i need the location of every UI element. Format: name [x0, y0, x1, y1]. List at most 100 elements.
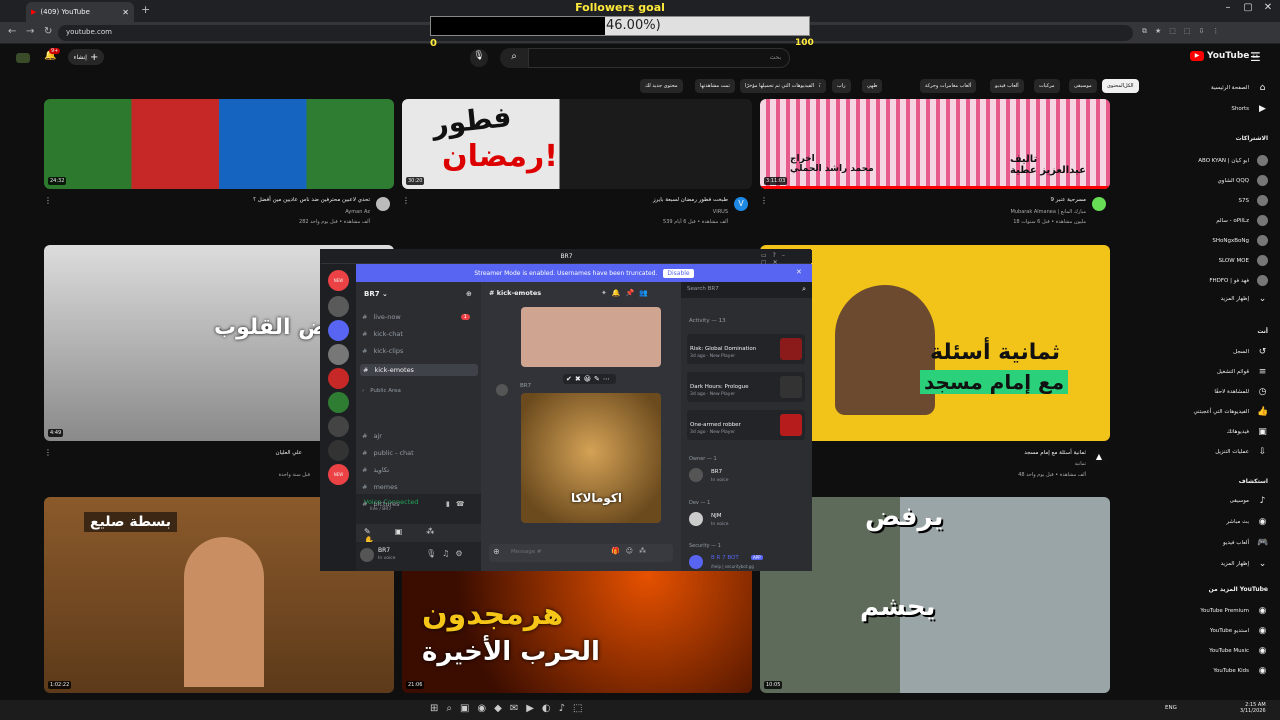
- voice-controls[interactable]: ▮☎: [446, 500, 471, 508]
- channel-name[interactable]: Ayman Az: [345, 209, 370, 215]
- member-name[interactable]: B R 7 BOT: [711, 555, 739, 561]
- avatar[interactable]: [689, 468, 703, 482]
- channel-avatar[interactable]: ▲: [1092, 450, 1106, 464]
- activity-card[interactable]: Dark Hours: Prologue 3d ago · New Player: [687, 372, 805, 402]
- clock[interactable]: 2:15 AM 3/11/2026: [1240, 702, 1266, 714]
- avatar[interactable]: [360, 548, 374, 562]
- author-avatar[interactable]: [496, 384, 508, 396]
- message-author[interactable]: BR7: [520, 383, 531, 389]
- channel-2[interactable]: # kick-clips: [362, 347, 403, 355]
- server-icon[interactable]: [328, 440, 349, 461]
- server-icon[interactable]: [328, 368, 349, 389]
- video-title[interactable]: تحدي لاعبين محترفين ضد ناس عاديين مين أف…: [253, 197, 370, 203]
- more-actions-icon[interactable]: ⋮: [44, 448, 52, 457]
- server-icon[interactable]: [328, 392, 349, 413]
- server-icon[interactable]: [328, 296, 349, 317]
- sidebar-item[interactable]: الشاوي QQQ: [1218, 175, 1268, 186]
- sidebar-item[interactable]: السجل ↺: [1233, 347, 1268, 357]
- server-icon[interactable]: [328, 344, 349, 365]
- sidebar-item[interactable]: إظهار المزيد ⌄: [1221, 559, 1268, 569]
- server-icon[interactable]: [328, 320, 349, 341]
- avatar[interactable]: [16, 53, 30, 63]
- channel-name[interactable]: VIRUS: [713, 209, 728, 215]
- video-thumbnail-8[interactable]: يرفض يحشم 10:05: [760, 497, 1110, 693]
- channel-6[interactable]: # تكاويذ: [362, 466, 389, 474]
- chip-8[interactable]: الفيديوهات التي تم تحميلها مؤخرًا: [740, 79, 820, 93]
- sidebar-item[interactable]: للمشاهدة لاحقًا ◷: [1214, 387, 1268, 397]
- sidebar-item[interactable]: الاشتراكات: [1236, 135, 1268, 142]
- sidebar-item[interactable]: ABO KYAN | ابو كيان: [1198, 155, 1268, 166]
- activity-card[interactable]: One-armed robber 3d ago · New Player: [687, 410, 805, 440]
- new-tab-button[interactable]: +: [141, 3, 150, 16]
- channel-avatar[interactable]: [376, 197, 390, 211]
- sidebar-item[interactable]: FHDFO | فهد فو: [1209, 275, 1268, 286]
- voice-search-icon[interactable]: 🎙: [470, 49, 488, 67]
- video-title[interactable]: مسرحية عنبر 9: [1050, 197, 1086, 203]
- video-title[interactable]: علي العليان: [276, 450, 303, 456]
- emote-image[interactable]: [521, 307, 661, 367]
- avatar[interactable]: [689, 512, 703, 526]
- close-window-icon[interactable]: ✕: [1258, 2, 1278, 13]
- more-actions-icon[interactable]: ⋮: [402, 196, 410, 205]
- sidebar-item[interactable]: YouTube Music ◉: [1209, 646, 1268, 656]
- sidebar-item[interactable]: الصفحة الرئيسية ⌂: [1211, 83, 1268, 93]
- lion-emote-image[interactable]: اكومالاكا: [521, 393, 661, 523]
- chip-6[interactable]: راب: [832, 79, 851, 93]
- channel-4[interactable]: # ajr: [362, 432, 382, 440]
- sidebar-item[interactable]: استكشاف: [1239, 478, 1268, 485]
- message-input[interactable]: ⊕ Message # 🎁☺⁂: [489, 544, 673, 562]
- video-title[interactable]: ثمانية أسئلة مع إمام مسجد: [1024, 450, 1086, 456]
- sidebar-item[interactable]: عمليات التنزيل ⇩: [1215, 447, 1268, 457]
- maximize-icon[interactable]: ▢: [1238, 2, 1258, 13]
- language-indicator[interactable]: ENG: [1165, 705, 1177, 711]
- channel-avatar[interactable]: V: [734, 197, 748, 211]
- sidebar-item[interactable]: ألعاب فيديو 🎮: [1223, 538, 1268, 548]
- create-button[interactable]: إنشاء +: [68, 49, 104, 65]
- add-member-icon[interactable]: ⊕: [466, 290, 472, 298]
- chip-9[interactable]: تمت مشاهدتها: [695, 79, 735, 93]
- video-thumbnail-3[interactable]: اخراج محمد راشد الحملي تاليف عبدالعزيز عطي…: [760, 99, 1110, 189]
- menu-icon[interactable]: ☰: [1250, 50, 1261, 64]
- minimize-icon[interactable]: –: [1218, 2, 1238, 13]
- sidebar-item[interactable]: YouTube Premium ◉: [1200, 606, 1268, 616]
- channel-8[interactable]: # pictures: [362, 500, 400, 508]
- sidebar-item[interactable]: سالم - oPiILz: [1216, 215, 1268, 226]
- channel-3[interactable]: # kick-emotes: [360, 364, 478, 376]
- video-thumbnail-2[interactable]: فطور رمضان! 30:20: [402, 99, 752, 189]
- activity-card[interactable]: Risk: Global Domination 3d ago · New Play…: [687, 334, 805, 364]
- sidebar-item[interactable]: فيديوهاتك ▣: [1227, 427, 1268, 437]
- close-tab-icon[interactable]: ✕: [122, 8, 129, 17]
- sidebar-item[interactable]: SLOW MOE: [1219, 255, 1268, 266]
- search-button[interactable]: ⌕: [500, 48, 528, 68]
- attach-icon[interactable]: ⊕: [493, 547, 500, 556]
- search-input[interactable]: بحث: [528, 48, 790, 68]
- input-tools[interactable]: 🎁☺⁂: [611, 547, 652, 555]
- category-header[interactable]: › Public Area: [362, 388, 401, 394]
- search-field[interactable]: Search BR7 ⌕: [681, 282, 812, 298]
- channel-0[interactable]: # live-now 1: [362, 313, 470, 321]
- close-banner-icon[interactable]: ✕: [796, 268, 802, 276]
- sidebar-item[interactable]: قوائم التشغيل ≡: [1217, 367, 1268, 377]
- server-name[interactable]: BR7 ⌄: [364, 290, 388, 298]
- channel-1[interactable]: # kick-chat: [362, 330, 403, 338]
- chip-0[interactable]: المحتوى الكل: [1102, 79, 1139, 93]
- video-thumbnail-1[interactable]: 24:32: [44, 99, 394, 189]
- reload-icon[interactable]: ↻: [44, 26, 52, 37]
- more-actions-icon[interactable]: ⋮: [760, 196, 768, 205]
- disable-button[interactable]: Disable: [663, 268, 694, 278]
- sidebar-item[interactable]: بث مباشر ◉: [1226, 517, 1268, 527]
- youtube-logo[interactable]: ▶ YouTube SA: [1190, 51, 1258, 61]
- channel-avatar[interactable]: [1092, 197, 1106, 211]
- sidebar-item[interactable]: Shorts ▶: [1231, 104, 1268, 114]
- sidebar-item[interactable]: الفيديوهات التي أعجبتني 👍: [1193, 407, 1268, 417]
- chip-5[interactable]: طهي: [862, 79, 883, 93]
- chip-3[interactable]: ألعاب فيديو: [990, 79, 1024, 93]
- video-thumbnail-5[interactable]: ثمانية أسئلة مع إمام مسجد: [760, 245, 1110, 441]
- chip-4[interactable]: ألعاب مغامرات وحركة: [920, 79, 977, 93]
- sidebar-item[interactable]: S7S: [1239, 195, 1268, 206]
- channel-5[interactable]: # public - chat: [362, 449, 414, 457]
- chip-10[interactable]: محتوى جديد لك: [640, 79, 683, 93]
- video-title[interactable]: طبخت فطور رمضان لسبعة بايرز: [653, 197, 728, 203]
- chip-1[interactable]: موسيقى: [1069, 79, 1097, 93]
- taskbar-apps[interactable]: ⊞⌕▣◉◆✉▶◐♪⬚: [430, 703, 590, 714]
